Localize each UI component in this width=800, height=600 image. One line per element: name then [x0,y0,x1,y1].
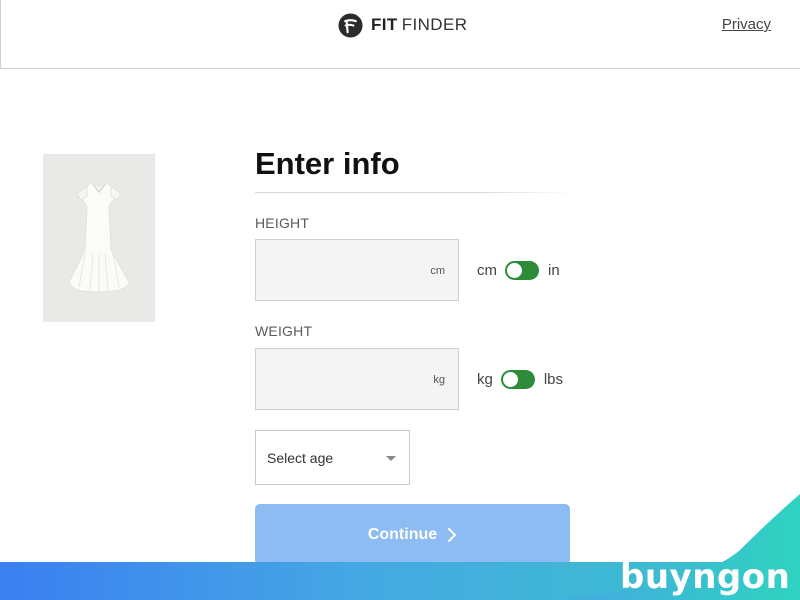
weight-label: WEIGHT [255,323,313,339]
top-bar: FIT FINDER Privacy [0,0,800,69]
height-unit: cm [430,265,445,277]
product-image [43,154,155,322]
weight-toggle-kg-label: kg [477,371,493,388]
height-toggle-cm-label: cm [477,262,497,279]
white-dress-image [43,154,155,322]
toggle-knob [502,372,518,387]
age-select-value: Select age [267,450,334,466]
weight-input[interactable]: kg [255,348,459,410]
fit-finder-logo: FIT FINDER [338,12,467,38]
weight-toggle-lbs-label: lbs [543,371,564,388]
logo-text-bold: FIT [371,15,398,34]
height-label: HEIGHT [255,215,310,231]
continue-button[interactable]: Continue [255,504,570,565]
weight-unit-toggle-row: kg lbs [477,370,563,389]
continue-label: Continue [367,525,438,543]
fit-finder-logo-icon [338,12,363,38]
age-select[interactable]: Select age [255,430,410,485]
left-border [0,0,1,68]
height-unit-toggle[interactable] [505,261,539,280]
weight-unit: kg [433,374,445,386]
privacy-link[interactable]: Privacy [722,16,771,33]
weight-unit-toggle[interactable] [500,370,535,389]
caret-down-icon [386,456,396,461]
height-unit-toggle-row: cm in [477,261,560,280]
logo-text: FIT FINDER [371,15,467,35]
logo-text-light: FINDER [401,15,468,34]
page-title: Enter info [255,146,400,181]
buyngon-logo: buyngon [620,557,791,597]
height-toggle-in-label: in [548,262,560,279]
toggle-knob [507,263,522,278]
title-divider [255,192,575,193]
chevron-right-icon [448,527,457,542]
height-input[interactable]: cm [255,239,459,301]
